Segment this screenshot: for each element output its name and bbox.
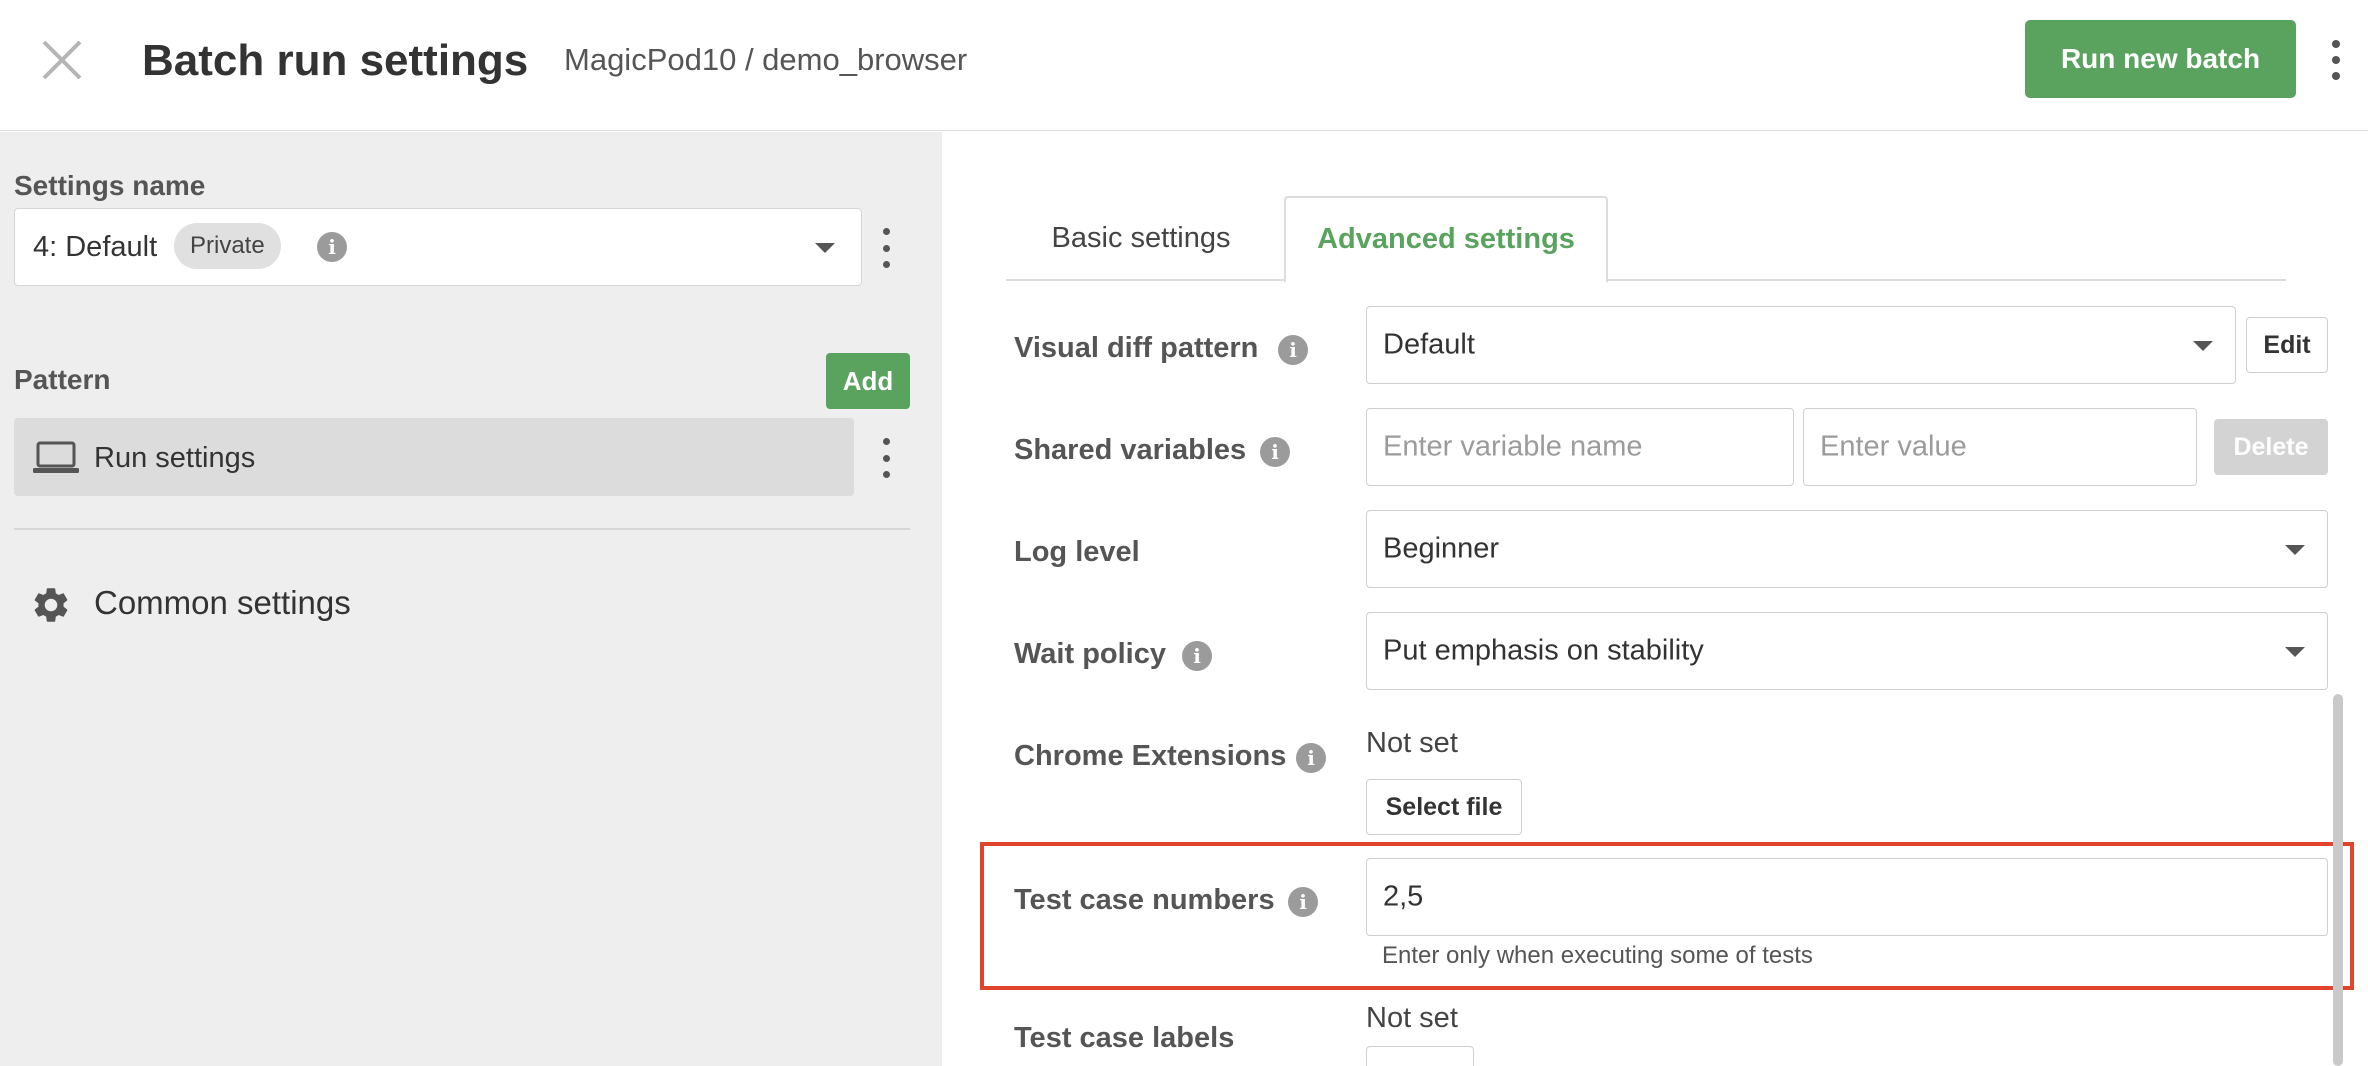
visual-diff-label: Visual diff pattern [1014,332,1259,364]
chrome-extensions-label: Chrome Extensions [1014,740,1287,772]
variable-name-placeholder: Enter variable name [1383,430,1643,463]
visibility-badge: Private [174,223,281,269]
variable-name-input[interactable]: Enter variable name [1366,408,1794,486]
log-level-value: Beginner [1383,532,1500,565]
more-options-icon[interactable] [2320,34,2352,86]
scrollbar[interactable] [2333,694,2343,1066]
chrome-extensions-status: Not set [1366,727,1458,759]
sidebar-item-label: Run settings [94,442,256,474]
wait-policy-value: Put emphasis on stability [1383,634,1704,667]
info-icon[interactable]: i [1296,743,1326,773]
shared-variables-label: Shared variables [1014,434,1247,466]
chevron-down-icon[interactable] [815,243,835,253]
header-bar: Batch run settings MagicPod10 / demo_bro… [0,0,2368,131]
close-icon[interactable] [36,34,88,86]
log-level-label: Log level [1014,536,1140,568]
edit-visual-diff-button[interactable]: Edit [2246,317,2328,373]
info-icon[interactable]: i [1260,437,1290,467]
run-new-batch-button[interactable]: Run new batch [2025,20,2296,98]
chevron-down-icon [2193,341,2213,351]
chevron-down-icon [2285,647,2305,657]
test-case-labels-button[interactable] [1366,1046,1474,1066]
info-icon[interactable]: i [1278,335,1308,365]
sidebar-item-common-settings[interactable]: Common settings [30,572,530,632]
pattern-more-icon[interactable] [874,438,898,478]
sidebar: Settings name 4: Default Private i Patte… [0,132,942,1066]
gear-icon [34,588,68,622]
test-case-labels-label: Test case labels [1014,1022,1235,1054]
settings-name-select[interactable]: 4: Default Private i [14,208,862,286]
info-icon[interactable]: i [317,232,347,262]
add-pattern-button[interactable]: Add [826,353,910,409]
selected-setting: 4: Default [33,231,158,263]
highlight-box [980,842,2354,990]
visual-diff-value: Default [1383,328,1475,361]
laptop-icon [33,441,79,473]
select-file-button[interactable]: Select file [1366,779,1522,835]
delete-variable-button[interactable]: Delete [2214,419,2328,475]
common-settings-label: Common settings [94,584,351,621]
visual-diff-select[interactable]: Default [1366,306,2236,384]
breadcrumb: MagicPod10 / demo_browser [564,42,968,77]
settings-name-label: Settings name [14,170,206,201]
chevron-down-icon [2285,545,2305,555]
settings-more-icon[interactable] [874,228,898,268]
tab-basic-settings[interactable]: Basic settings [1006,196,1276,281]
wait-policy-select[interactable]: Put emphasis on stability [1366,612,2328,690]
wait-policy-label: Wait policy [1014,638,1166,670]
divider [14,528,910,530]
tab-advanced-settings[interactable]: Advanced settings [1284,196,1608,283]
pattern-label: Pattern [14,364,111,395]
test-case-labels-status: Not set [1366,1002,1458,1034]
log-level-select[interactable]: Beginner [1366,510,2328,588]
sidebar-item-run-settings[interactable]: Run settings [14,418,854,496]
info-icon[interactable]: i [1182,641,1212,671]
page-title: Batch run settings [142,36,529,85]
variable-value-input[interactable]: Enter value [1803,408,2197,486]
variable-value-placeholder: Enter value [1820,430,1967,463]
